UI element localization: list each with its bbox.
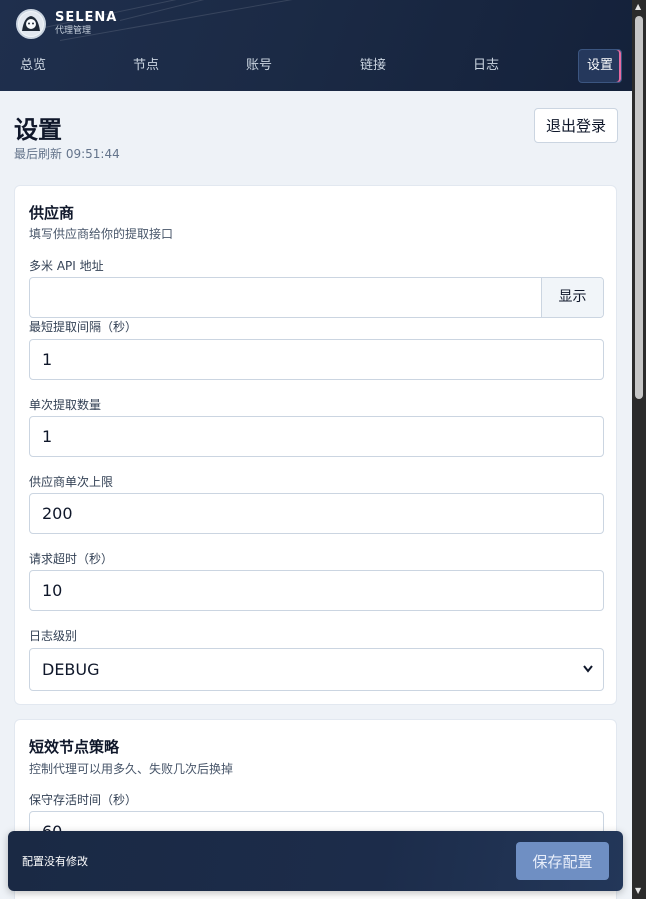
save-config-button[interactable]: 保存配置 <box>516 842 609 880</box>
min-interval-input[interactable]: 1 <box>29 339 604 380</box>
batch-count-label: 单次提取数量 <box>29 398 102 412</box>
provider-limit-label: 供应商单次上限 <box>29 475 114 489</box>
page-scrollbar[interactable]: ▲ ▼ <box>632 0 646 899</box>
api-url-input[interactable]: 显示 <box>29 277 604 318</box>
provider-limit-input[interactable]: 200 <box>29 493 604 534</box>
save-status: 配置没有修改 <box>22 855 88 868</box>
log-level-label: 日志级别 <box>29 629 78 643</box>
scroll-up-icon[interactable]: ▲ <box>635 2 641 12</box>
card-description: 控制代理可以用多久、失败几次后换掉 <box>29 762 234 776</box>
card-title: 供应商 <box>29 204 75 222</box>
scroll-down-icon[interactable]: ▼ <box>635 886 641 896</box>
card-description: 填写供应商给你的提取接口 <box>29 227 174 241</box>
batch-count-input[interactable]: 1 <box>29 416 604 457</box>
main-nav: 总览 节点 账号 链接 日志 设置 <box>0 48 632 84</box>
top-header: SELENA 代理管理 总览 节点 账号 链接 日志 设置 <box>0 0 632 91</box>
avatar <box>16 9 46 39</box>
last-refresh-time: 最后刷新 09:51:44 <box>14 147 120 161</box>
nav-nodes[interactable]: 节点 <box>133 48 159 84</box>
app-content: SELENA 代理管理 总览 节点 账号 链接 日志 设置 设置 最后刷新 09… <box>0 0 632 899</box>
timeout-label: 请求超时（秒） <box>29 552 114 566</box>
chevron-down-icon <box>583 649 593 707</box>
nav-accounts[interactable]: 账号 <box>246 48 272 84</box>
logout-button[interactable]: 退出登录 <box>534 108 618 143</box>
nav-links[interactable]: 链接 <box>360 48 386 84</box>
brand-name: SELENA <box>55 10 118 25</box>
nav-overview[interactable]: 总览 <box>20 48 46 84</box>
nav-logs[interactable]: 日志 <box>473 48 499 84</box>
log-level-value: DEBUG <box>42 660 100 679</box>
show-api-url-button[interactable]: 显示 <box>541 278 603 317</box>
provider-card: 供应商 填写供应商给你的提取接口 多米 API 地址 显示 最短提取间隔（秒） … <box>14 185 617 705</box>
brand[interactable]: SELENA 代理管理 <box>16 9 117 39</box>
nav-settings[interactable]: 设置 <box>578 49 623 83</box>
scrollbar-thumb[interactable] <box>635 16 643 399</box>
save-bar: 配置没有修改 保存配置 <box>8 831 623 891</box>
brand-subtitle: 代理管理 <box>55 26 92 36</box>
keepalive-label: 保守存活时间（秒） <box>29 793 138 807</box>
min-interval-label: 最短提取间隔（秒） <box>29 320 138 334</box>
timeout-input[interactable]: 10 <box>29 570 604 611</box>
card-title: 短效节点策略 <box>29 738 120 756</box>
api-url-label: 多米 API 地址 <box>29 259 104 273</box>
page-title: 设置 <box>14 116 62 144</box>
log-level-select[interactable]: DEBUG <box>29 648 604 691</box>
